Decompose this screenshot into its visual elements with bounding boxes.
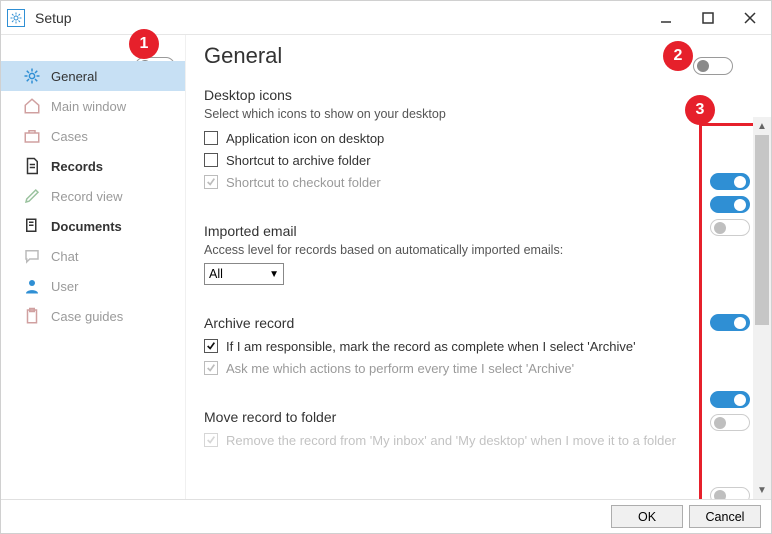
option-label: Application icon on desktop: [226, 131, 384, 146]
scroll-down-icon[interactable]: ▼: [753, 481, 771, 499]
sidebar-item-general[interactable]: General: [1, 61, 185, 91]
section-desktop-icons-sub: Select which icons to show on your deskt…: [204, 107, 691, 121]
sidebar-item-user[interactable]: User: [1, 271, 185, 301]
user-icon: [23, 277, 41, 295]
option-app-icon-desktop[interactable]: Application icon on desktop: [204, 127, 691, 149]
sidebar-item-label: Main window: [51, 99, 126, 114]
scroll-up-icon[interactable]: ▲: [753, 117, 771, 135]
option-shortcut-archive[interactable]: Shortcut to archive folder: [204, 149, 691, 171]
sidebar-item-case-guides[interactable]: Case guides: [1, 301, 185, 331]
section-imported-email-sub: Access level for records based on automa…: [204, 243, 691, 257]
dialog-footer: OK Cancel: [1, 499, 771, 533]
sidebar-item-label: Chat: [51, 249, 78, 264]
annotation-toggles-column: [699, 123, 761, 513]
sidebar-item-chat[interactable]: Chat: [1, 241, 185, 271]
sidebar-item-label: Records: [51, 159, 103, 174]
content-panel: General Desktop icons Select which icons…: [185, 35, 771, 499]
sidebar-item-records[interactable]: Records: [1, 151, 185, 181]
maximize-button[interactable]: [687, 1, 729, 35]
minimize-button[interactable]: [645, 1, 687, 35]
option-archive-complete[interactable]: If I am responsible, mark the record as …: [204, 335, 691, 357]
option-label: If I am responsible, mark the record as …: [226, 339, 636, 354]
annotation-badge-3: 3: [685, 95, 715, 125]
section-imported-email-title: Imported email: [204, 223, 691, 239]
ok-button[interactable]: OK: [611, 505, 683, 528]
scroll-thumb[interactable]: [755, 135, 769, 325]
checkbox-icon: [204, 361, 218, 375]
toggle-shortcut-archive[interactable]: [710, 196, 750, 213]
page-title: General: [204, 43, 691, 69]
option-label: Shortcut to checkout folder: [226, 175, 381, 190]
option-label: Remove the record from 'My inbox' and 'M…: [226, 433, 676, 448]
sidebar-item-main-window[interactable]: Main window: [1, 91, 185, 121]
toggle-shortcut-checkout[interactable]: [710, 219, 750, 236]
briefcase-icon: [23, 127, 41, 145]
chat-icon: [23, 247, 41, 265]
window-title: Setup: [35, 10, 72, 26]
app-icon: [7, 9, 25, 27]
documents-icon: [23, 217, 41, 235]
checkbox-icon: [204, 339, 218, 353]
option-move-remove: Remove the record from 'My inbox' and 'M…: [204, 429, 691, 451]
annotation-badge-1: 1: [129, 29, 159, 59]
sidebar-item-label: User: [51, 279, 78, 294]
vertical-scrollbar[interactable]: ▲ ▼: [753, 117, 771, 499]
option-archive-ask: Ask me which actions to perform every ti…: [204, 357, 691, 379]
close-button[interactable]: [729, 1, 771, 35]
sidebar-item-label: Record view: [51, 189, 123, 204]
cancel-button[interactable]: Cancel: [689, 505, 761, 528]
sidebar: General Main window Cases Records Record…: [1, 35, 185, 499]
toggle-app-icon[interactable]: [710, 173, 750, 190]
window-controls: [645, 1, 771, 35]
option-shortcut-checkout: Shortcut to checkout folder: [204, 171, 691, 193]
toggle-archive-complete[interactable]: [710, 391, 750, 408]
checkbox-icon: [204, 153, 218, 167]
chevron-down-icon: ▼: [269, 269, 279, 280]
annotation-badge-2: 2: [663, 41, 693, 71]
sidebar-item-label: General: [51, 69, 97, 84]
section-archive-record-title: Archive record: [204, 315, 691, 331]
document-icon: [23, 157, 41, 175]
sidebar-item-label: Documents: [51, 219, 122, 234]
select-value: All: [209, 267, 223, 281]
option-label: Shortcut to archive folder: [226, 153, 371, 168]
toggle-archive-ask[interactable]: [710, 414, 750, 431]
sidebar-item-documents[interactable]: Documents: [1, 211, 185, 241]
sidebar-item-record-view[interactable]: Record view: [1, 181, 185, 211]
checkbox-icon: [204, 175, 218, 189]
sidebar-item-label: Case guides: [51, 309, 123, 324]
checkbox-icon: [204, 131, 218, 145]
sidebar-item-label: Cases: [51, 129, 88, 144]
title-bar: Setup: [1, 1, 771, 35]
section-move-record-title: Move record to folder: [204, 409, 691, 425]
section-desktop-icons-title: Desktop icons: [204, 87, 691, 103]
toggle-access-level[interactable]: [710, 314, 750, 331]
option-label: Ask me which actions to perform every ti…: [226, 361, 574, 376]
clipboard-icon: [23, 307, 41, 325]
access-level-select[interactable]: All ▼: [204, 263, 284, 285]
sidebar-item-cases[interactable]: Cases: [1, 121, 185, 151]
gear-icon: [23, 67, 41, 85]
checkbox-icon: [204, 433, 218, 447]
pencil-icon: [23, 187, 41, 205]
home-icon: [23, 97, 41, 115]
